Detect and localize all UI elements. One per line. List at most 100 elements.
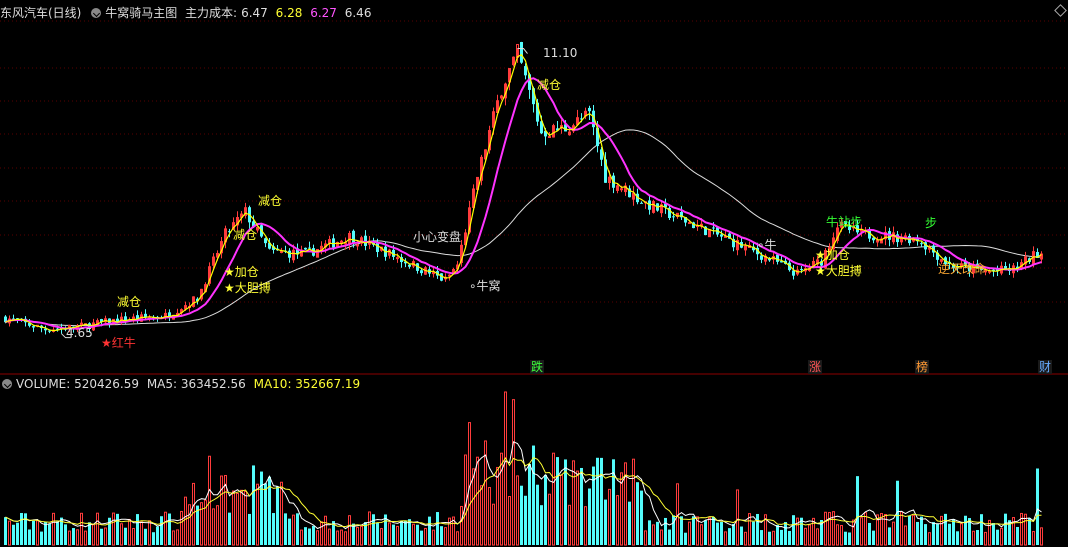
- volume-ma5: MA5: 363452.56: [146, 377, 246, 391]
- volume-bar: [692, 516, 695, 545]
- volume-bar: [668, 529, 671, 545]
- volume-bar: [104, 527, 107, 546]
- volume-bar: [712, 516, 715, 545]
- volume-bar: [984, 531, 987, 546]
- volume-bar: [612, 459, 615, 545]
- volume-bar: [720, 521, 723, 545]
- volume-bar: [740, 526, 743, 545]
- volume-bar: [976, 530, 979, 545]
- price-header: 东风汽车(日线) 牛窝骑马主图 主力成本: 6.47 6.28 6.27 6.46: [0, 5, 375, 21]
- volume-bar: [904, 525, 907, 546]
- volume-bar: [76, 529, 79, 546]
- volume-bar: [488, 487, 491, 546]
- volume-bar: [172, 530, 175, 546]
- tag-die[interactable]: 跌: [530, 360, 545, 374]
- volume-bar: [12, 524, 15, 545]
- volume-bar: [40, 531, 43, 545]
- volume-bar: [216, 505, 219, 546]
- volume-bar: [132, 528, 135, 546]
- volume-bar: [340, 529, 343, 546]
- volume-bar: [760, 530, 763, 545]
- volume-bar: [936, 523, 939, 545]
- stock-chart: [0, 20, 1068, 546]
- volume-bar: [708, 517, 711, 546]
- volume-bar: [304, 527, 307, 545]
- volume-bar: [584, 506, 587, 546]
- candle: [376, 242, 379, 252]
- volume-bar: [872, 530, 875, 545]
- volume-bar: [680, 516, 683, 545]
- volume-bar: [964, 515, 967, 545]
- volume-bar: [456, 531, 459, 546]
- indicator-name[interactable]: 牛窝骑马主图: [105, 6, 177, 20]
- volume-bar: [664, 517, 667, 545]
- volume-bar: [836, 524, 839, 546]
- volume-bar: [496, 466, 499, 546]
- tag-zhang[interactable]: 涨: [808, 360, 823, 374]
- ma-long-line: [5, 129, 1042, 327]
- volume-settings-icon[interactable]: [2, 379, 12, 389]
- candle: [308, 247, 311, 249]
- volume-bar: [1028, 517, 1031, 545]
- niuwo-label: ∘牛: [757, 238, 777, 252]
- volume-bar: [856, 476, 859, 545]
- stock-name[interactable]: 东风汽车(日线): [0, 6, 81, 20]
- volume-bar: [460, 505, 463, 546]
- volume-bar: [548, 493, 551, 546]
- volume-bar: [768, 531, 771, 545]
- candle: [720, 234, 723, 237]
- volume-bar: [68, 530, 71, 546]
- volume-bar: [136, 514, 139, 545]
- volume-bar: [56, 521, 59, 545]
- volume-bar: [176, 529, 179, 546]
- candle: [988, 270, 991, 273]
- volume-bar: [240, 489, 243, 546]
- volume-ma-lines: [5, 441, 1042, 530]
- volume-bar: [380, 528, 383, 546]
- candle: [32, 326, 35, 328]
- volume-bar: [544, 474, 547, 545]
- candle: [352, 230, 355, 244]
- candle: [688, 222, 691, 225]
- volume-bar: [536, 484, 539, 545]
- tag-cai[interactable]: 财: [1038, 360, 1053, 374]
- ma-main-path: [5, 77, 1042, 330]
- volume-bar: [92, 524, 95, 546]
- jibu-label: 步: [925, 216, 938, 230]
- candle: [420, 270, 423, 274]
- candle: [448, 274, 451, 277]
- volume-bar: [156, 526, 159, 545]
- volume-bar: [616, 495, 619, 546]
- volume-bar: [348, 515, 351, 546]
- volume-bar: [392, 524, 395, 545]
- volume-bar: [632, 458, 635, 546]
- volume-bar: [852, 519, 855, 546]
- jiancang-signal: 减仓: [233, 228, 258, 242]
- volume-bar: [272, 513, 275, 545]
- volume-bar: [816, 528, 819, 546]
- candle: [520, 42, 523, 63]
- volume-bar: [180, 510, 183, 546]
- volume-bar: [524, 495, 527, 545]
- cost-v4: 6.46: [344, 6, 372, 20]
- volume-bar: [168, 513, 171, 545]
- volume-bar: [344, 531, 347, 546]
- settings-icon[interactable]: [91, 8, 102, 18]
- candle: [332, 238, 335, 248]
- xiaoxin-biaopan-label: 小心变盘: [413, 230, 462, 244]
- tag-bang[interactable]: 榜: [915, 360, 930, 374]
- volume-bar: [296, 513, 299, 545]
- volume-bar: [920, 516, 923, 545]
- nitian-gaiming-label: 逆天改命: [938, 262, 987, 276]
- volume-bar: [960, 523, 963, 546]
- volume-bar: [684, 532, 687, 545]
- cost-v3: 6.27: [310, 6, 337, 20]
- volume-bar: [184, 496, 187, 546]
- volume-bar: [840, 525, 843, 546]
- volume-bar: [312, 525, 315, 545]
- volume-bar: [900, 511, 903, 546]
- volume-bar: [556, 457, 559, 545]
- volume-bar: [1016, 526, 1019, 545]
- volume-bar: [552, 452, 555, 546]
- candle: [524, 66, 527, 76]
